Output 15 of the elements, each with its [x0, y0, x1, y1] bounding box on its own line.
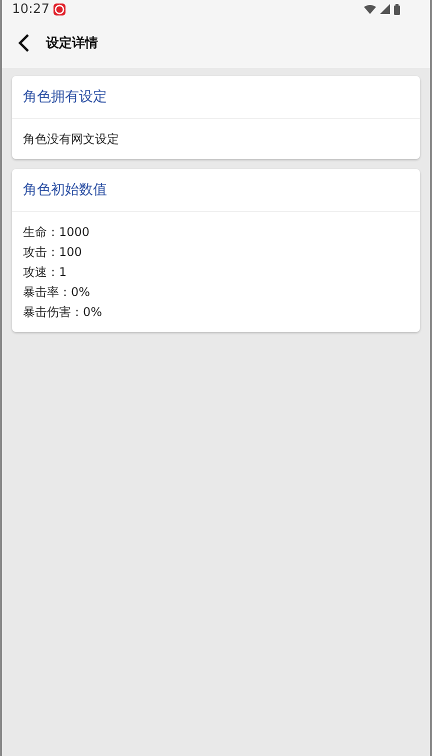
back-icon[interactable] — [18, 34, 30, 52]
card-title: 角色拥有设定 — [23, 88, 107, 106]
card-text: 生命：1000 — [23, 224, 91, 241]
card-text: 攻速：1 — [23, 264, 68, 281]
wifi-icon — [364, 4, 376, 14]
card-text: 攻击：100 — [23, 244, 83, 261]
app-notification-icon — [53, 2, 66, 16]
status-time: 10:27 — [12, 2, 50, 16]
signal-icon — [380, 4, 390, 14]
card-title: 角色初始数值 — [23, 181, 107, 199]
page-title: 设定详情 — [46, 34, 98, 52]
card-text: 角色没有网文设定 — [23, 131, 120, 148]
card-text: 暴击率：0% — [23, 284, 92, 301]
card-text: 暴击伤害：0% — [23, 304, 104, 321]
battery-icon — [394, 4, 400, 14]
